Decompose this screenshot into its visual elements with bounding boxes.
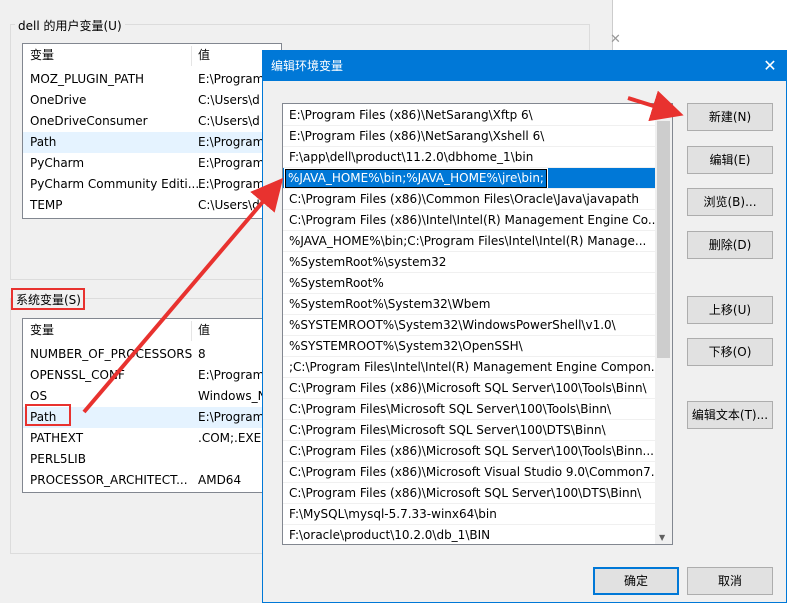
arrow-to-new-button <box>627 90 684 122</box>
annotation-arrows <box>82 90 684 414</box>
arrow-to-java-home <box>82 177 284 414</box>
